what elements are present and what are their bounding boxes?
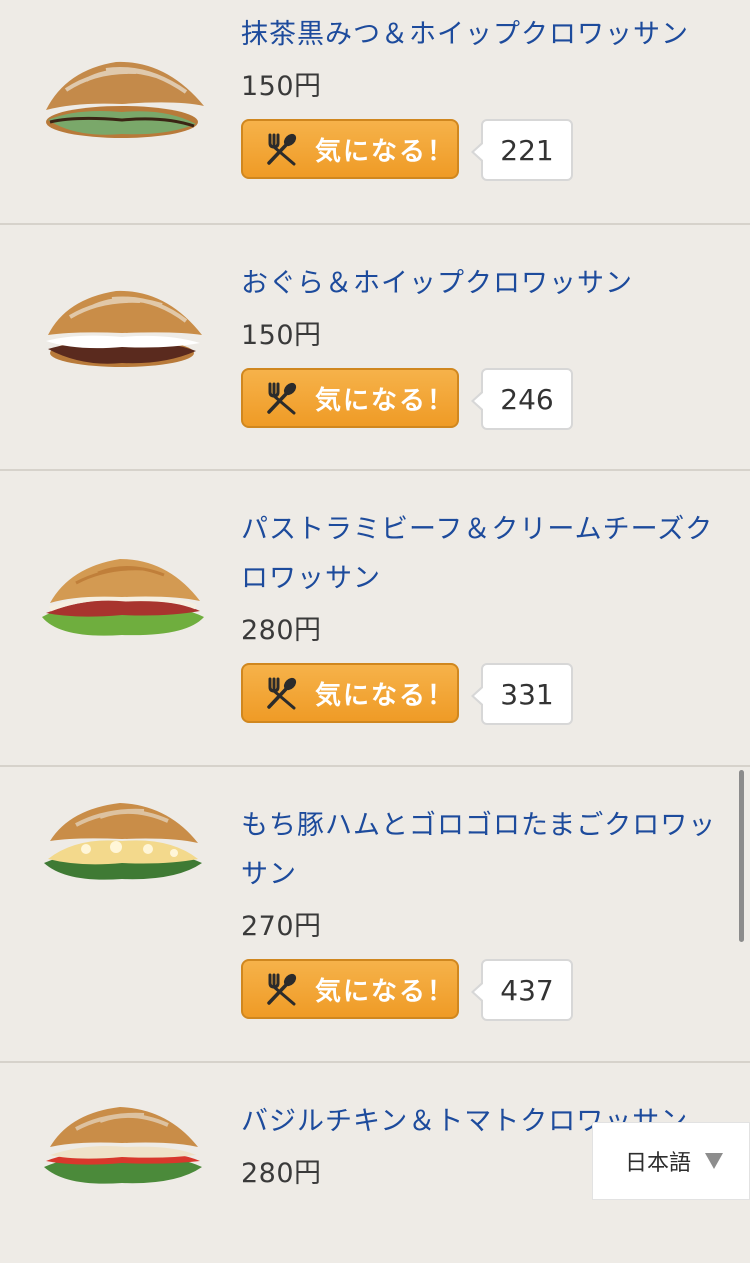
product-list: 抹茶黒みつ＆ホイップクロワッサン 150円 気になる！ 221 おぐら＆ホイップ… <box>0 0 750 1263</box>
scrollbar[interactable] <box>739 770 744 942</box>
product-title[interactable]: もち豚ハムとゴロゴロたまごクロワッサン <box>241 801 728 899</box>
like-actions: 気になる！ 246 <box>241 368 728 430</box>
product-price: 270円 <box>241 911 322 942</box>
like-button[interactable]: 気になる！ <box>241 368 459 428</box>
utensils-icon <box>267 382 297 415</box>
product-image-ogura-croissant[interactable] <box>36 277 208 377</box>
like-button-label: 気になる！ <box>315 136 456 167</box>
product-image-egg-ham-croissant[interactable] <box>36 797 208 897</box>
like-actions: 気になる！ 437 <box>241 959 728 1021</box>
utensils-icon <box>267 133 297 166</box>
product-price: 280円 <box>241 615 322 646</box>
utensils-icon <box>267 677 297 710</box>
like-button-label: 気になる！ <box>315 976 456 1007</box>
language-label: 日本語 <box>625 1151 692 1176</box>
like-button-label: 気になる！ <box>315 385 456 416</box>
chevron-down-icon <box>705 1153 724 1169</box>
product-image-basil-chicken-croissant[interactable] <box>36 1099 208 1199</box>
like-count: 437 <box>471 959 573 1021</box>
like-button[interactable]: 気になる！ <box>241 119 459 179</box>
product-price: 150円 <box>241 320 322 351</box>
product-image-matcha-croissant[interactable] <box>36 50 208 150</box>
product-title[interactable]: おぐら＆ホイップクロワッサン <box>241 259 728 308</box>
product-image-pastrami-croissant[interactable] <box>36 547 208 647</box>
language-select[interactable]: 日本語 <box>592 1122 750 1200</box>
like-button[interactable]: 気になる！ <box>241 663 459 723</box>
utensils-icon <box>267 973 297 1006</box>
product-title[interactable]: パストラミビーフ＆クリームチーズクロワッサン <box>241 505 728 603</box>
list-item: 抹茶黒みつ＆ホイップクロワッサン 150円 気になる！ 221 <box>0 0 750 225</box>
like-count: 221 <box>471 119 573 181</box>
like-actions: 気になる！ 331 <box>241 663 728 725</box>
product-price: 150円 <box>241 71 322 102</box>
like-count: 246 <box>471 368 573 430</box>
like-button[interactable]: 気になる！ <box>241 959 459 1019</box>
like-actions: 気になる！ 221 <box>241 119 728 181</box>
list-item: パストラミビーフ＆クリームチーズクロワッサン 280円 気になる！ 331 <box>0 471 750 767</box>
like-button-label: 気になる！ <box>315 680 456 711</box>
like-count: 331 <box>471 663 573 725</box>
product-title[interactable]: 抹茶黒みつ＆ホイップクロワッサン <box>241 10 728 59</box>
list-item: おぐら＆ホイップクロワッサン 150円 気になる！ 246 <box>0 225 750 471</box>
list-item: もち豚ハムとゴロゴロたまごクロワッサン 270円 気になる！ 437 <box>0 767 750 1063</box>
